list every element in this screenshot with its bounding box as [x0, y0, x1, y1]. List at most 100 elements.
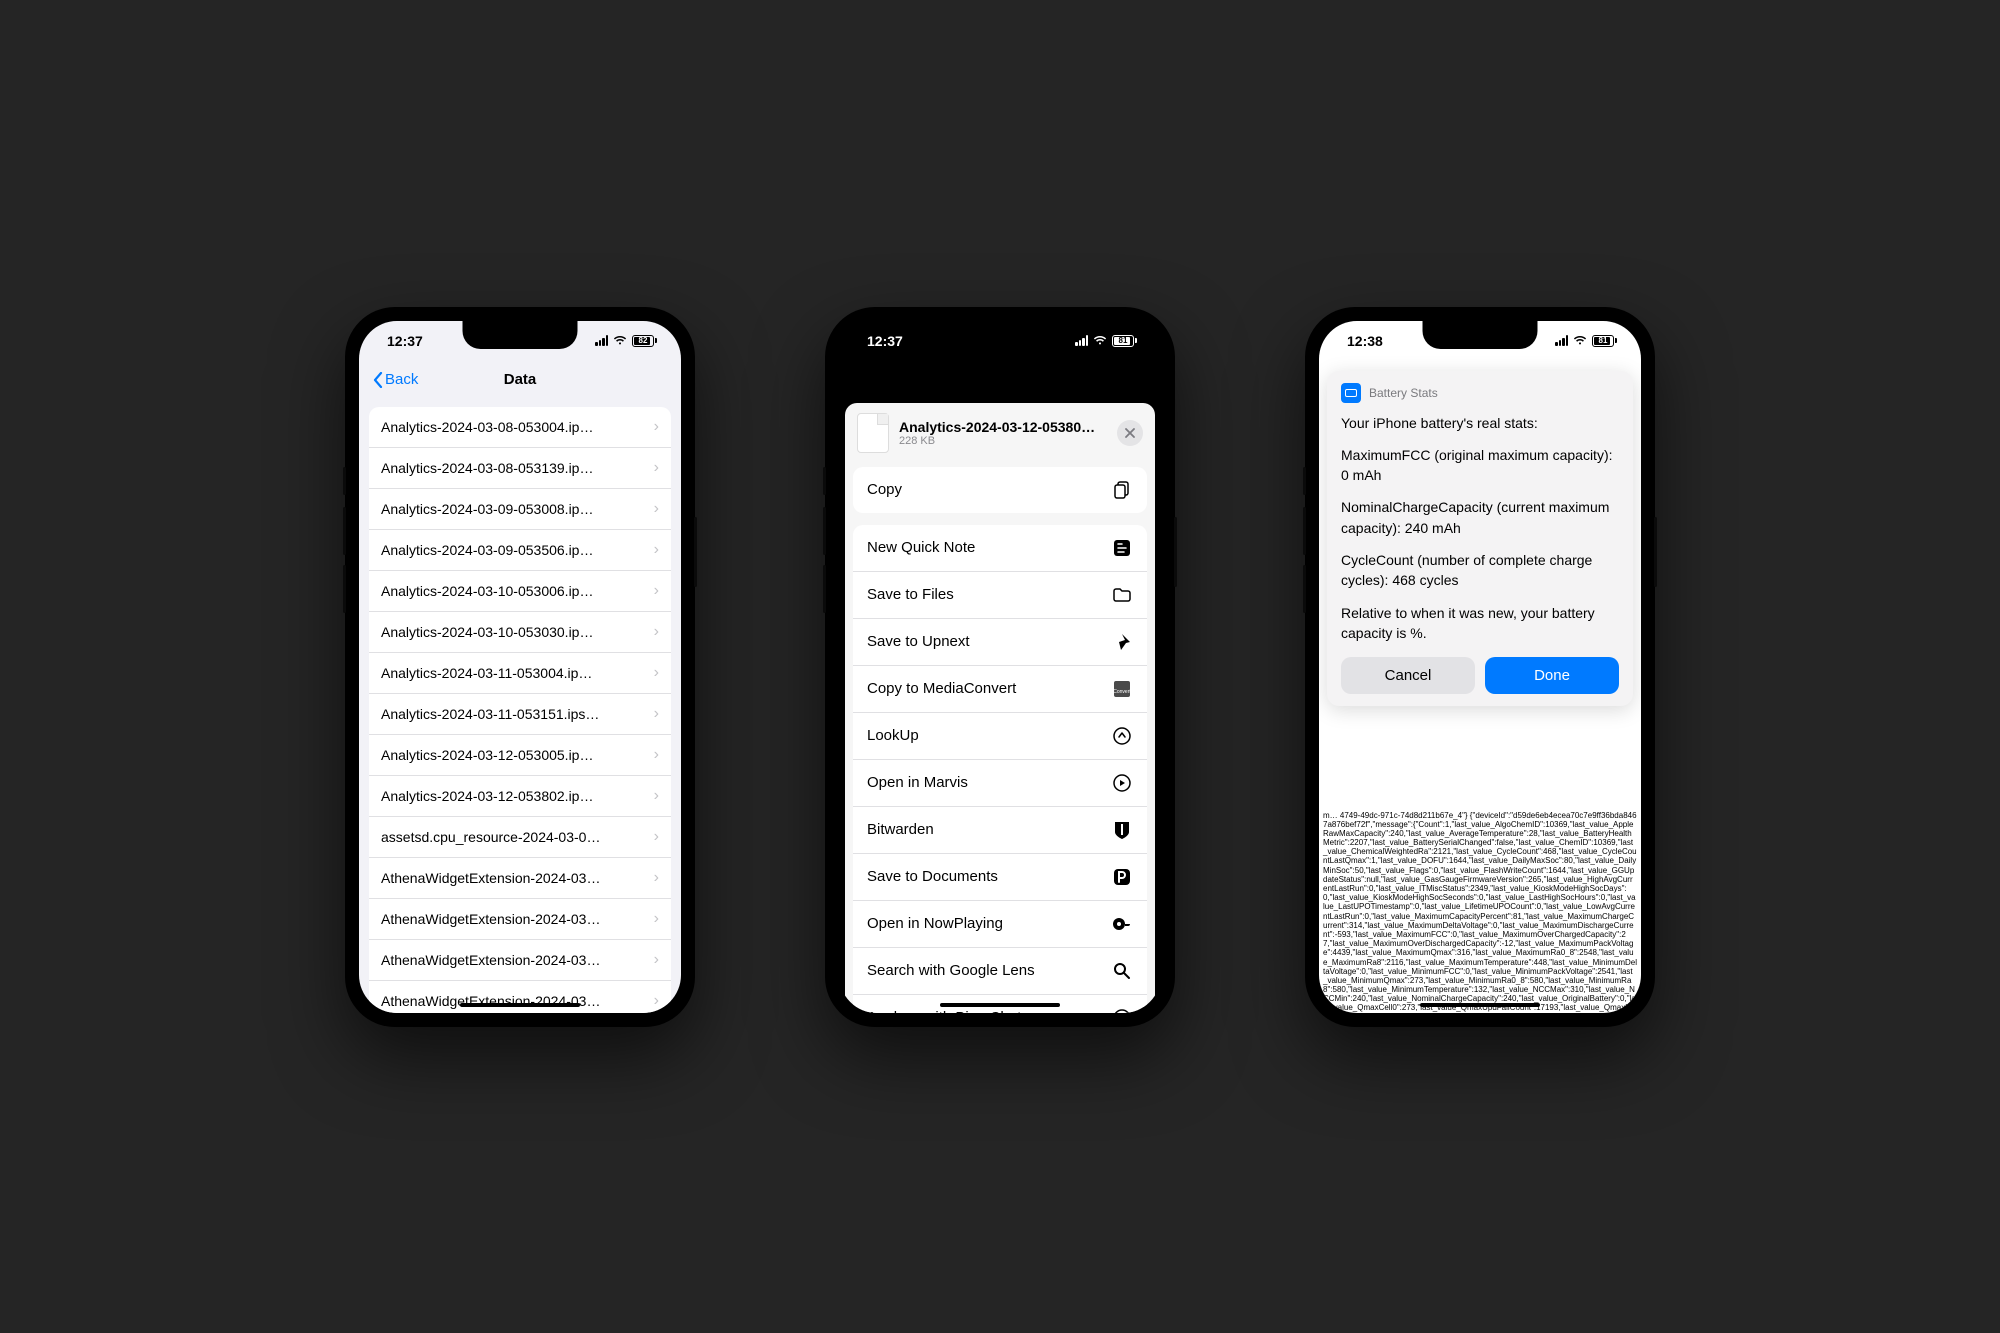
chevron-right-icon: ›: [654, 951, 659, 969]
bingchat-icon: [1111, 1007, 1133, 1013]
chevron-right-icon: ›: [654, 787, 659, 805]
file-row[interactable]: AthenaWidgetExtension-2024-03…›: [369, 899, 671, 940]
status-time: 12:37: [387, 333, 423, 349]
file-row[interactable]: AthenaWidgetExtension-2024-03…›: [369, 981, 671, 1013]
done-button[interactable]: Done: [1485, 657, 1619, 694]
battery-icon: 82: [632, 335, 657, 347]
cellular-icon: [1075, 335, 1088, 346]
action-lookup[interactable]: LookUp: [853, 713, 1147, 760]
action-nowplaying[interactable]: Open in NowPlaying: [853, 901, 1147, 948]
file-name: Analytics-2024-03-11-053151.ips…: [381, 706, 648, 722]
copy-icon: [1111, 479, 1133, 501]
action-documents[interactable]: Save to Documents: [853, 854, 1147, 901]
file-row[interactable]: AthenaWidgetExtension-2024-03… ›: [369, 940, 671, 981]
action-quicknote[interactable]: New Quick Note: [853, 525, 1147, 572]
file-name: Analytics-2024-03-12-053802.ip…: [381, 788, 648, 804]
quicknote-icon: [1111, 537, 1133, 559]
file-row[interactable]: AthenaWidgetExtension-2024-03… ›: [369, 858, 671, 899]
file-name: Analytics-2024-03-09-053008.ip…: [381, 501, 648, 517]
upnext-icon: [1111, 631, 1133, 653]
file-name: Analytics-2024-03-09-053506.ip…: [381, 542, 648, 558]
action-label: Open in NowPlaying: [867, 915, 1003, 932]
alert-dialog: Battery Stats Your iPhone battery's real…: [1327, 371, 1633, 707]
file-list: Analytics-2024-03-08-053004.ip…›Analytic…: [369, 407, 671, 1013]
lens-icon: [1111, 960, 1133, 982]
notch: [1423, 321, 1538, 349]
screen-2: 12:37 81 Analytics-2024-03-12-05380… 228…: [839, 321, 1161, 1013]
action-mediaconvert[interactable]: Copy to MediaConvert Convert: [853, 666, 1147, 713]
file-name: AthenaWidgetExtension-2024-03…: [381, 952, 648, 968]
chevron-right-icon: ›: [654, 910, 659, 928]
action-upnext[interactable]: Save to Upnext: [853, 619, 1147, 666]
action-label: Save to Files: [867, 586, 954, 603]
action-marvis[interactable]: Open in Marvis: [853, 760, 1147, 807]
file-name: Analytics-2024-03-10-053006.ip…: [381, 583, 648, 599]
close-button[interactable]: [1117, 420, 1143, 446]
file-row[interactable]: Analytics-2024-03-08-053139.ip…›: [369, 448, 671, 489]
file-row[interactable]: Analytics-2024-03-08-053004.ip… ›: [369, 407, 671, 448]
wifi-icon: [1093, 335, 1107, 346]
action-lens[interactable]: Search with Google Lens: [853, 948, 1147, 995]
screen-3: 12:38 81 m… 4749-49dc-971c-74d8d211b67e_…: [1319, 321, 1641, 1013]
action-list: New Quick Note Save to Files Save to Upnex…: [853, 525, 1147, 1013]
lookup-icon: [1111, 725, 1133, 747]
file-name: AthenaWidgetExtension-2024-03…: [381, 870, 648, 886]
chevron-left-icon: [373, 372, 383, 388]
file-row[interactable]: Analytics-2024-03-09-053008.ip…›: [369, 489, 671, 530]
chevron-right-icon: ›: [654, 623, 659, 641]
nav-bar: Back Data: [359, 361, 681, 399]
chevron-right-icon: ›: [654, 459, 659, 477]
file-row[interactable]: Analytics-2024-03-09-053506.ip… ›: [369, 530, 671, 571]
home-indicator[interactable]: [1420, 1003, 1540, 1007]
home-indicator[interactable]: [940, 1003, 1060, 1007]
alert-body: Your iPhone battery's real stats: Maximu…: [1341, 413, 1619, 644]
close-icon: [1125, 428, 1135, 438]
action-bitwarden[interactable]: Bitwarden: [853, 807, 1147, 854]
file-name: assetsd.cpu_resource-2024-03-0…: [381, 829, 648, 845]
chevron-right-icon: ›: [654, 418, 659, 436]
chevron-right-icon: ›: [654, 992, 659, 1010]
copy-action[interactable]: Copy: [853, 467, 1147, 513]
action-folder[interactable]: Save to Files: [853, 572, 1147, 619]
sheet-filename: Analytics-2024-03-12-05380…: [899, 419, 1107, 435]
file-row[interactable]: Analytics-2024-03-10-053030.ip…›: [369, 612, 671, 653]
nowplaying-icon: [1111, 913, 1133, 935]
chevron-right-icon: ›: [654, 705, 659, 723]
marvis-icon: [1111, 772, 1133, 794]
notch: [463, 321, 578, 349]
chevron-right-icon: ›: [654, 541, 659, 559]
app-icon: [1341, 383, 1361, 403]
file-row[interactable]: assetsd.cpu_resource-2024-03-0… ›: [369, 817, 671, 858]
cellular-icon: [595, 335, 608, 346]
file-row[interactable]: Analytics-2024-03-11-053151.ips… ›: [369, 694, 671, 735]
action-label: Search with Google Lens: [867, 962, 1035, 979]
file-name: Analytics-2024-03-08-053004.ip…: [381, 419, 648, 435]
status-time: 12:38: [1347, 333, 1383, 349]
back-label: Back: [385, 371, 418, 388]
cancel-button[interactable]: Cancel: [1341, 657, 1475, 694]
chevron-right-icon: ›: [654, 828, 659, 846]
chevron-right-icon: ›: [654, 869, 659, 887]
file-row[interactable]: Analytics-2024-03-12-053005.ip…›: [369, 735, 671, 776]
status-time: 12:37: [867, 333, 903, 349]
battery-icon: 81: [1112, 335, 1137, 347]
chevron-right-icon: ›: [654, 664, 659, 682]
screen-1: 12:37 82 Back Data Analytics-2024-03-08-…: [359, 321, 681, 1013]
file-row[interactable]: Analytics-2024-03-10-053006.ip… ›: [369, 571, 671, 612]
battery-icon: 81: [1592, 335, 1617, 347]
action-label: Copy to MediaConvert: [867, 680, 1016, 697]
chevron-right-icon: ›: [654, 746, 659, 764]
chevron-right-icon: ›: [654, 582, 659, 600]
file-name: Analytics-2024-03-11-053004.ip…: [381, 665, 648, 681]
back-button[interactable]: Back: [373, 371, 418, 388]
app-name: Battery Stats: [1369, 386, 1438, 400]
action-label: Open in Marvis: [867, 774, 968, 791]
action-label: Save to Upnext: [867, 633, 970, 650]
svg-text:Convert: Convert: [1113, 689, 1131, 695]
file-row[interactable]: Analytics-2024-03-12-053802.ip… ›: [369, 776, 671, 817]
home-indicator[interactable]: [460, 1003, 580, 1007]
cellular-icon: [1555, 335, 1568, 346]
sheet-filesize: 228 KB: [899, 435, 1107, 447]
folder-icon: [1111, 584, 1133, 606]
file-row[interactable]: Analytics-2024-03-11-053004.ip… ›: [369, 653, 671, 694]
